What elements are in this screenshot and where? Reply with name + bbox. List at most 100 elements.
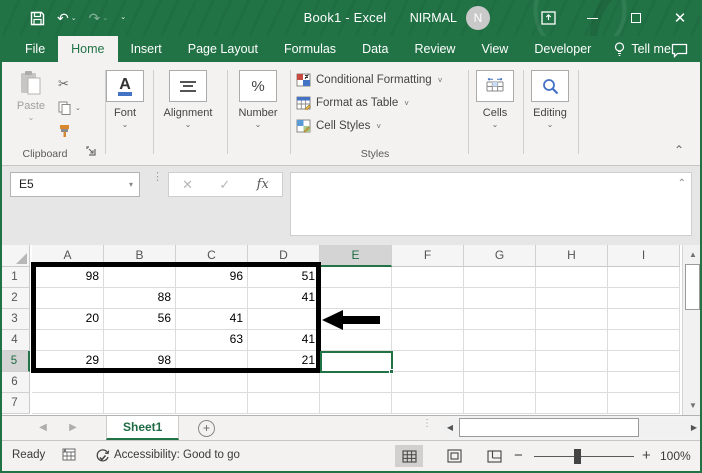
account-area[interactable]: NIRMAL N bbox=[410, 0, 490, 36]
name-box-dropdown-icon[interactable]: ▾ bbox=[129, 173, 133, 196]
cell-F3[interactable] bbox=[392, 309, 464, 330]
horizontal-scrollbar[interactable]: ◀ ▶ bbox=[442, 418, 700, 438]
cell-E3[interactable] bbox=[320, 309, 392, 330]
sheet-tab-sheet1[interactable]: Sheet1 bbox=[106, 416, 180, 440]
vertical-scroll-thumb[interactable] bbox=[685, 264, 700, 310]
tab-file[interactable]: File bbox=[12, 36, 58, 62]
cancel-entry-icon[interactable]: ✕ bbox=[182, 177, 193, 193]
cell-D7[interactable] bbox=[248, 393, 320, 414]
minimize-button[interactable] bbox=[570, 0, 614, 36]
tab-data[interactable]: Data bbox=[349, 36, 401, 62]
cell-A7[interactable] bbox=[32, 393, 104, 414]
cell-G4[interactable] bbox=[464, 330, 536, 351]
ribbon-display-options-icon[interactable] bbox=[526, 0, 570, 36]
column-header-I[interactable]: I bbox=[608, 245, 680, 267]
tell-me-box[interactable]: Tell me bbox=[604, 36, 681, 62]
cell-F5[interactable] bbox=[392, 351, 464, 372]
new-sheet-icon[interactable]: + bbox=[198, 420, 215, 437]
scroll-down-icon[interactable]: ▼ bbox=[684, 397, 700, 414]
close-button[interactable]: ✕ bbox=[658, 0, 700, 36]
zoom-slider-track[interactable] bbox=[534, 456, 634, 457]
tab-home[interactable]: Home bbox=[58, 36, 118, 62]
cut-icon[interactable]: ✂ bbox=[58, 74, 88, 94]
row-header-7[interactable]: 7 bbox=[2, 393, 30, 414]
cell-G5[interactable] bbox=[464, 351, 536, 372]
tab-page-layout[interactable]: Page Layout bbox=[175, 36, 271, 62]
tab-view[interactable]: View bbox=[468, 36, 521, 62]
sheet-nav-left-icon[interactable]: ◀ bbox=[30, 416, 56, 440]
cell-I2[interactable] bbox=[608, 288, 680, 309]
scroll-up-icon[interactable]: ▲ bbox=[684, 246, 700, 263]
cell-B6[interactable] bbox=[104, 372, 176, 393]
cell-B1[interactable] bbox=[104, 267, 176, 288]
row-header-1[interactable]: 1 bbox=[2, 267, 30, 288]
cell-E7[interactable] bbox=[320, 393, 392, 414]
cell-D5[interactable]: 21 bbox=[248, 351, 320, 372]
copy-icon[interactable]: ⌄ bbox=[58, 98, 88, 118]
cell-F6[interactable] bbox=[392, 372, 464, 393]
cell-I3[interactable] bbox=[608, 309, 680, 330]
cell-G1[interactable] bbox=[464, 267, 536, 288]
collapse-ribbon-icon[interactable]: ⌃ bbox=[674, 143, 684, 157]
tab-insert[interactable]: Insert bbox=[118, 36, 175, 62]
cell-D6[interactable] bbox=[248, 372, 320, 393]
number-group-button[interactable]: % Number ⌄ bbox=[226, 70, 290, 129]
cell-E2[interactable] bbox=[320, 288, 392, 309]
format-painter-icon[interactable] bbox=[58, 121, 88, 141]
select-all-corner[interactable] bbox=[2, 245, 30, 267]
formula-input[interactable] bbox=[290, 172, 692, 236]
accessibility-status[interactable]: Accessibility: Good to go bbox=[114, 449, 240, 461]
normal-view-icon[interactable] bbox=[395, 445, 423, 467]
cell-I1[interactable] bbox=[608, 267, 680, 288]
cell-F2[interactable] bbox=[392, 288, 464, 309]
cell-D2[interactable]: 41 bbox=[248, 288, 320, 309]
vertical-scrollbar[interactable]: ▲ ▼ bbox=[682, 245, 700, 415]
feedback-bubble-icon[interactable] bbox=[671, 43, 688, 58]
column-header-E[interactable]: E bbox=[320, 245, 392, 267]
cell-styles-button[interactable]: Cell Styles ˅ bbox=[296, 116, 381, 136]
zoom-slider-thumb[interactable] bbox=[574, 449, 581, 464]
cell-D1[interactable]: 51 bbox=[248, 267, 320, 288]
cell-I4[interactable] bbox=[608, 330, 680, 351]
cell-H6[interactable] bbox=[536, 372, 608, 393]
cell-B4[interactable] bbox=[104, 330, 176, 351]
alignment-group-button[interactable]: Alignment ⌄ bbox=[156, 70, 220, 129]
row-header-5[interactable]: 5 bbox=[2, 351, 30, 372]
insert-function-icon[interactable]: fx bbox=[257, 177, 269, 192]
tab-developer[interactable]: Developer bbox=[521, 36, 604, 62]
cell-A6[interactable] bbox=[32, 372, 104, 393]
cell-I6[interactable] bbox=[608, 372, 680, 393]
cell-A3[interactable]: 20 bbox=[32, 309, 104, 330]
name-box[interactable]: E5 ▾ bbox=[10, 172, 140, 197]
accessibility-checker-icon[interactable] bbox=[95, 448, 110, 463]
row-header-6[interactable]: 6 bbox=[2, 372, 30, 393]
row-header-3[interactable]: 3 bbox=[2, 309, 30, 330]
column-header-A[interactable]: A bbox=[32, 245, 104, 267]
cell-I5[interactable] bbox=[608, 351, 680, 372]
cell-I7[interactable] bbox=[608, 393, 680, 414]
cell-C7[interactable] bbox=[176, 393, 248, 414]
cell-C2[interactable] bbox=[176, 288, 248, 309]
zoom-in-icon[interactable]: + bbox=[642, 447, 651, 464]
tab-formulas[interactable]: Formulas bbox=[271, 36, 349, 62]
cell-H5[interactable] bbox=[536, 351, 608, 372]
cell-A1[interactable]: 98 bbox=[32, 267, 104, 288]
cell-B3[interactable]: 56 bbox=[104, 309, 176, 330]
cell-H1[interactable] bbox=[536, 267, 608, 288]
cell-E4[interactable] bbox=[320, 330, 392, 351]
cell-A2[interactable] bbox=[32, 288, 104, 309]
formula-bar-splitter[interactable]: ⋮ bbox=[152, 172, 163, 183]
cell-F1[interactable] bbox=[392, 267, 464, 288]
cell-E5[interactable] bbox=[320, 351, 392, 372]
tab-scroll-splitter[interactable]: ⋮ bbox=[422, 419, 432, 429]
zoom-out-icon[interactable]: − bbox=[514, 447, 523, 464]
cell-H4[interactable] bbox=[536, 330, 608, 351]
zoom-level[interactable]: 100% bbox=[660, 449, 691, 463]
cell-F7[interactable] bbox=[392, 393, 464, 414]
scroll-left-icon[interactable]: ◀ bbox=[442, 418, 458, 438]
cell-B7[interactable] bbox=[104, 393, 176, 414]
cell-B5[interactable]: 98 bbox=[104, 351, 176, 372]
editing-group-button[interactable]: Editing ⌄ bbox=[518, 70, 582, 129]
page-layout-view-icon[interactable] bbox=[440, 445, 468, 467]
cell-A4[interactable] bbox=[32, 330, 104, 351]
